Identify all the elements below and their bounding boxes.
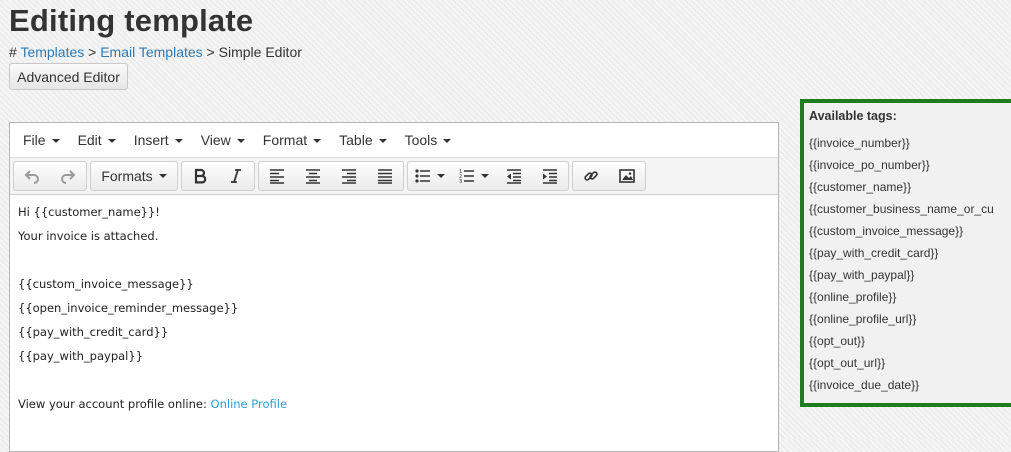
content-line-greeting: Hi {{customer_name}}! [18, 205, 160, 219]
outdent-icon [507, 169, 521, 184]
tag-item[interactable]: {{online_profile_url}} [809, 311, 1011, 333]
chevron-down-icon [313, 138, 322, 143]
content-blank-line [18, 373, 770, 397]
list-group: 123 [407, 161, 569, 191]
align-right-button[interactable] [331, 162, 367, 190]
tag-item[interactable]: {{invoice_due_date}} [809, 377, 1011, 399]
menu-tools[interactable]: Tools [396, 132, 461, 148]
undo-button[interactable] [14, 162, 50, 190]
svg-text:3: 3 [459, 179, 462, 184]
menu-file[interactable]: File [14, 132, 69, 148]
numbered-list-icon: 123 [459, 169, 474, 184]
link-icon [584, 171, 598, 181]
menu-file-label: File [23, 132, 46, 148]
chevron-down-icon [107, 138, 116, 143]
outdent-button[interactable] [496, 162, 532, 190]
breadcrumb-email-templates-link[interactable]: Email Templates [100, 44, 202, 60]
tag-item[interactable]: {{invoice_number}} [809, 135, 1011, 157]
content-line-pay-card: {{pay_with_credit_card}} [18, 325, 169, 339]
chevron-down-icon [378, 138, 387, 143]
tag-item[interactable]: {{opt_out_url}} [809, 355, 1011, 377]
undo-icon [24, 170, 39, 184]
content-line-reminder: {{open_invoice_reminder_message}} [18, 301, 239, 315]
breadcrumb: # Templates > Email Templates > Simple E… [9, 44, 302, 60]
tag-item[interactable]: {{customer_name}} [809, 179, 1011, 201]
rich-text-editor: File Edit Insert View Format Table Tools… [9, 122, 779, 452]
advanced-editor-button[interactable]: Advanced Editor [9, 63, 128, 90]
page-title: Editing template [9, 3, 254, 38]
indent-icon [543, 169, 557, 184]
align-justify-button[interactable] [367, 162, 403, 190]
formats-label: Formats [101, 168, 153, 184]
menu-tools-label: Tools [404, 132, 438, 148]
numbered-list-button[interactable]: 123 [452, 162, 496, 190]
breadcrumb-separator: > [202, 44, 219, 60]
align-center-icon [306, 169, 320, 184]
editor-toolbar: Formats 1 2 3 [10, 158, 778, 195]
breadcrumb-current: Simple Editor [218, 44, 302, 60]
menu-view[interactable]: View [192, 132, 254, 148]
content-line-profile: View your account profile online: Online… [18, 397, 770, 421]
menu-insert[interactable]: Insert [125, 132, 192, 148]
alignment-group [258, 161, 404, 191]
chevron-down-icon [51, 138, 60, 143]
align-right-icon [342, 169, 356, 184]
bullet-list-button[interactable] [408, 162, 452, 190]
profile-text: View your account profile online: [18, 397, 211, 411]
breadcrumb-templates-link[interactable]: Templates [20, 44, 84, 60]
formats-dropdown[interactable]: Formats [91, 162, 177, 190]
italic-button[interactable] [218, 162, 254, 190]
available-tags-title: Available tags: [809, 109, 897, 123]
indent-button[interactable] [532, 162, 568, 190]
tag-item[interactable]: {{online_profile}} [809, 289, 1011, 311]
chevron-down-icon [437, 174, 445, 178]
history-group [13, 161, 87, 191]
redo-icon [61, 170, 76, 184]
tag-item[interactable]: {{opt_out}} [809, 333, 1011, 355]
content-blank-line [18, 253, 770, 277]
content-line-attached: Your invoice is attached. [18, 229, 159, 243]
chevron-down-icon [443, 138, 452, 143]
menu-table-label: Table [339, 132, 373, 148]
redo-button[interactable] [50, 162, 86, 190]
bold-icon [194, 168, 207, 184]
breadcrumb-separator: > [84, 44, 101, 60]
insert-link-button[interactable] [573, 162, 609, 190]
tag-item[interactable]: {{pay_with_paypal}} [809, 267, 1011, 289]
menu-edit-label: Edit [77, 132, 102, 148]
tag-item[interactable]: {{custom_invoice_message}} [809, 223, 1011, 245]
menu-format-label: Format [262, 132, 308, 148]
editor-content-area[interactable]: Hi {{customer_name}}! Your invoice is at… [10, 195, 778, 431]
content-line-pay-paypal: {{pay_with_paypal}} [18, 349, 144, 363]
italic-icon [231, 169, 241, 183]
menu-table[interactable]: Table [330, 132, 395, 148]
chevron-down-icon [236, 138, 245, 143]
tag-item[interactable]: {{customer_business_name_or_cu [809, 201, 1011, 223]
online-profile-link[interactable]: Online Profile [211, 397, 288, 411]
align-left-button[interactable] [259, 162, 295, 190]
bold-button[interactable] [182, 162, 218, 190]
align-left-icon [270, 169, 284, 184]
editor-menubar: File Edit Insert View Format Table Tools [10, 123, 778, 158]
formats-group: Formats [90, 161, 178, 191]
text-style-group [181, 161, 255, 191]
bullet-list-icon [415, 169, 430, 183]
image-icon [619, 169, 635, 183]
insert-image-button[interactable] [609, 162, 645, 190]
align-center-button[interactable] [295, 162, 331, 190]
insert-group [572, 161, 646, 191]
available-tags-panel: Available tags: {{invoice_number}} {{inv… [800, 99, 1011, 407]
menu-view-label: View [200, 132, 231, 148]
chevron-down-icon [481, 174, 489, 178]
menu-insert-label: Insert [133, 132, 169, 148]
menu-edit[interactable]: Edit [69, 132, 125, 148]
breadcrumb-prefix: # [9, 44, 21, 60]
chevron-down-icon [158, 174, 167, 178]
tag-item[interactable]: {{pay_with_credit_card}} [809, 245, 1011, 267]
menu-format[interactable]: Format [254, 132, 330, 148]
align-justify-icon [378, 169, 392, 184]
tag-item[interactable]: {{invoice_po_number}} [809, 157, 1011, 179]
content-line-custom-message: {{custom_invoice_message}} [18, 277, 194, 291]
chevron-down-icon [174, 138, 183, 143]
